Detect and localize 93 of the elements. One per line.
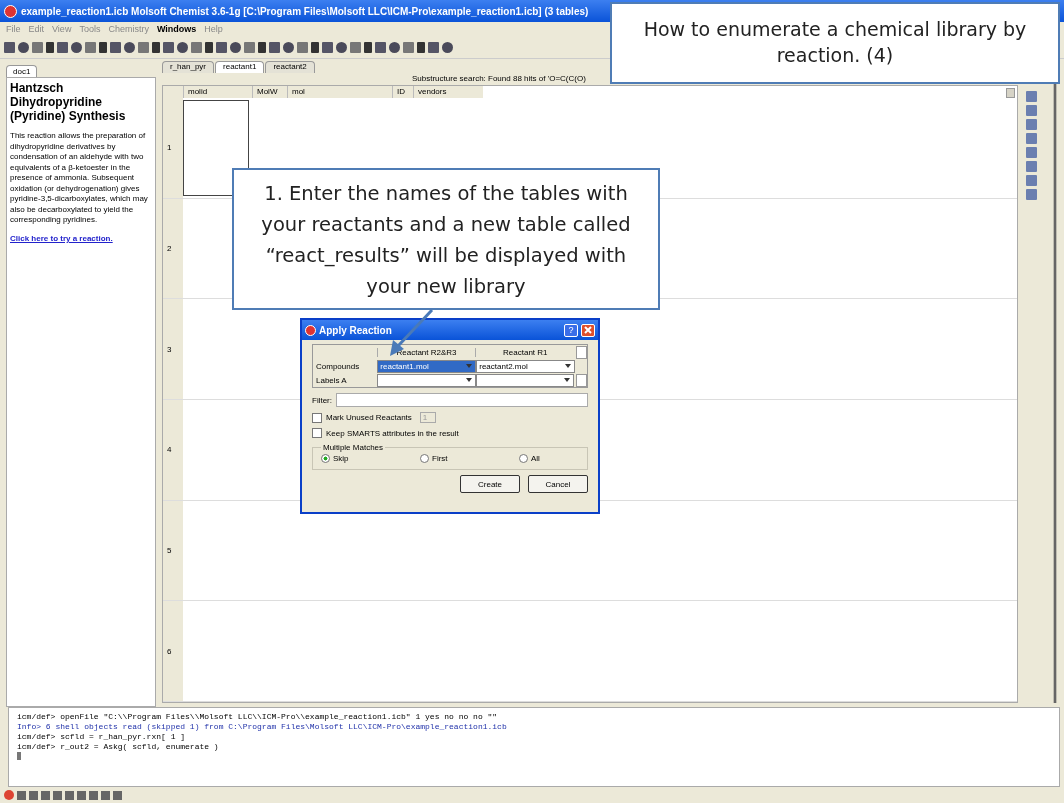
stop-icon[interactable] — [4, 790, 14, 800]
side-tool-icon[interactable] — [1025, 189, 1037, 200]
console-line: icm/def> openFile "C:\\Program Files\\Molsoft LLC\\ICM-Pro\\example_reaction1.icb" 1 yes no no no "" — [17, 712, 499, 722]
checkbox-label: Keep SMARTS attributes in the result — [326, 428, 459, 438]
scroll-down-icon[interactable] — [576, 373, 587, 387]
tool-icon[interactable] — [177, 41, 188, 53]
close-icon — [583, 325, 593, 335]
search-status: Substructure search: Found 88 hits of 'O=C(C(O) — [412, 73, 586, 85]
row-number: 4 — [163, 400, 183, 500]
group-title: Multiple Matches — [322, 443, 385, 452]
radio-button[interactable] — [420, 454, 429, 463]
menu-item[interactable]: Windows — [156, 24, 197, 34]
reactant-dropdown[interactable]: reactant1.mol — [377, 359, 477, 373]
tool-icon[interactable] — [428, 41, 439, 53]
console-line: Info> 6 shell objects read (skipped 1) from C:\Program Files\Molsoft LLC\ICM-Pro\example_reaction1.icb — [17, 722, 508, 732]
tool-icon[interactable] — [283, 41, 294, 53]
filter-field[interactable] — [336, 393, 588, 407]
tool-icon[interactable] — [258, 41, 266, 53]
tool-icon[interactable] — [124, 41, 135, 53]
tool-icon[interactable] — [364, 41, 372, 53]
tool-icon[interactable] — [46, 41, 54, 53]
scroll-up-icon[interactable] — [576, 345, 587, 359]
tool-icon[interactable] — [389, 41, 400, 53]
app-icon — [305, 324, 316, 336]
row-label: Labels A — [315, 375, 348, 385]
tool-icon[interactable] — [311, 41, 319, 53]
tool-icon[interactable] — [57, 41, 68, 53]
checkbox[interactable] — [312, 412, 322, 423]
side-tool-icon[interactable] — [1025, 147, 1037, 158]
dialog-button[interactable]: Cancel — [528, 475, 588, 493]
tool-icon[interactable] — [336, 41, 347, 53]
doc-tab[interactable]: doc1 — [6, 65, 38, 77]
tool-icon[interactable] — [442, 41, 453, 53]
tool-icon[interactable] — [163, 41, 174, 53]
row-number: 1 — [163, 98, 183, 198]
window-title: example_reaction1.icb Molsoft Chemist 3.6-1g [C:\Program Files\Molsoft LLC\ICM-Pro\example_reaction1.icb] (3 tables) — [21, 5, 589, 17]
side-tool-icon[interactable] — [1025, 119, 1037, 130]
document-text: This reaction allows the preparation of dihydropyridine derivatives by condensation of an aldehyde with two equivalents of a β-ketoester in the presence of ammonia. Subsequent oxidation (or dehydrogenation) gives pyridine-3,5-dicarboxylates, which may also be decarboxylated to yield the corresponding pyridines. — [10, 131, 149, 226]
filter-label: Filter: — [312, 395, 332, 405]
tool-icon[interactable] — [110, 41, 121, 53]
dialog-title: Apply Reaction — [319, 324, 393, 336]
console-line: icm/def> r_out2 = Askg( scfld, enumerate ) — [17, 742, 220, 752]
tool-icon[interactable] — [18, 41, 29, 53]
side-tool-icon[interactable] — [1025, 105, 1037, 116]
table-tab[interactable]: reactant2 — [265, 61, 315, 73]
tool-icon[interactable] — [216, 41, 227, 53]
radio-button[interactable] — [321, 454, 330, 463]
reactant-dropdown[interactable] — [377, 373, 476, 387]
column-header[interactable]: molid — [183, 86, 252, 98]
column-header[interactable]: MolW — [252, 86, 287, 98]
column-header[interactable]: ID — [392, 86, 413, 98]
reactant-dropdown[interactable] — [475, 373, 575, 387]
table-tab[interactable]: r_han_pyr — [162, 61, 215, 73]
tool-icon[interactable] — [230, 41, 241, 53]
tool-icon[interactable] — [152, 41, 160, 53]
tool-icon[interactable] — [4, 41, 15, 53]
callout-box: How to enumerate a chemical library by reaction. (4) — [610, 2, 1060, 84]
callout-box: 1. Enter the names of the tables with your reactants and a new table called “react_results” will be displayed with your new library — [232, 168, 660, 310]
checkbox-label: Mark Unused Reactants — [326, 413, 412, 422]
column-header: Reactant R1 — [475, 347, 575, 357]
row-label: Compounds — [315, 361, 361, 371]
app-icon — [4, 4, 17, 18]
row-number: 2 — [163, 198, 183, 299]
radio-label: All — [531, 454, 540, 463]
radio-label: First — [432, 454, 448, 463]
help-button[interactable]: ? — [564, 323, 578, 337]
tool-icon[interactable] — [417, 41, 425, 53]
row-number: 5 — [163, 500, 183, 601]
dialog-button[interactable]: Create — [460, 475, 520, 493]
tool-icon[interactable] — [269, 41, 280, 53]
document-heading: Hantzsch Dihydropyridine (Pyridine) Synthesis — [10, 81, 127, 123]
try-reaction-link[interactable]: Click here to try a reaction. — [10, 233, 152, 243]
column-header[interactable]: vendors — [413, 86, 468, 98]
text-cursor — [17, 752, 21, 760]
reactant-dropdown[interactable]: reactant2.mol — [476, 359, 576, 373]
tool-icon[interactable] — [71, 41, 82, 53]
row-number: 6 — [163, 601, 183, 702]
tool-icon[interactable] — [322, 41, 333, 53]
side-tool-icon[interactable] — [1025, 175, 1037, 186]
radio-button[interactable] — [519, 454, 528, 463]
column-header[interactable]: mol — [287, 86, 392, 98]
tool-icon[interactable] — [375, 41, 386, 53]
radio-label: Skip — [333, 454, 349, 463]
row-number: 3 — [163, 299, 183, 399]
tool-icon[interactable] — [99, 41, 107, 53]
close-button[interactable] — [581, 323, 595, 337]
tool-icon[interactable] — [205, 41, 213, 53]
side-tool-icon[interactable] — [1025, 133, 1037, 144]
table-tab[interactable]: reactant1 — [215, 61, 265, 73]
side-tool-icon[interactable] — [1025, 91, 1037, 102]
side-tool-icon[interactable] — [1025, 161, 1037, 172]
console-line: icm/def> scfld = r_han_pyr.rxn[ 1 ] — [17, 732, 187, 742]
checkbox[interactable] — [312, 428, 322, 438]
